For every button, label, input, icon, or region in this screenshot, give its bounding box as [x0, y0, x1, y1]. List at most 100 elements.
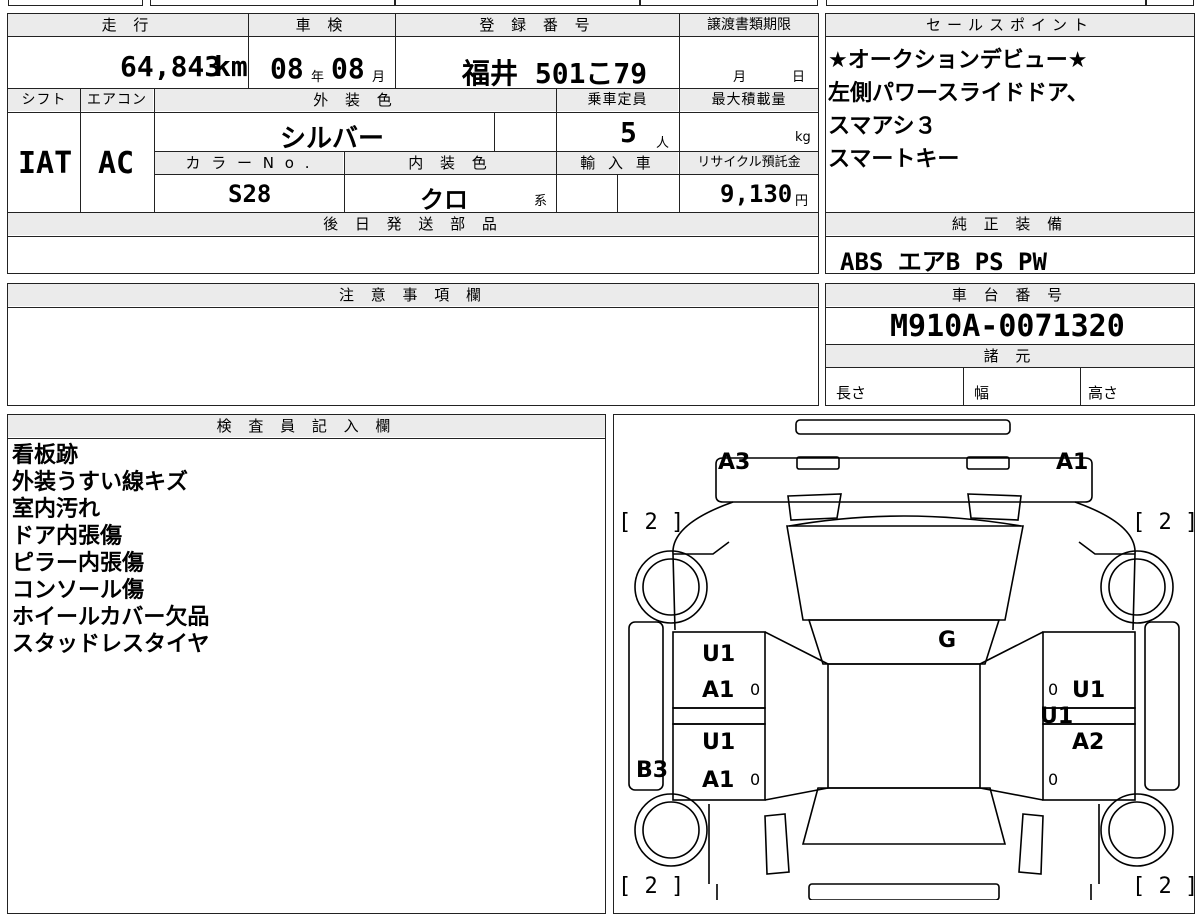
interior-color-value: クロ [420, 186, 468, 214]
damage-label-g: G [938, 628, 957, 653]
tread-zero: 0 [1048, 770, 1059, 789]
inspector-note-item: 室内汚れ [12, 497, 101, 522]
divider [8, 307, 818, 308]
registration-header: 登 録 番 号 [396, 14, 679, 36]
damage-label-b3: B3 [636, 758, 669, 783]
inspector-note-item: ピラー内張傷 [12, 551, 145, 576]
tread-zero: 0 [750, 680, 761, 699]
damage-label-a1-left-rear: A1 [702, 768, 735, 793]
ac-value: AC [98, 146, 135, 181]
tread-zero: 0 [750, 770, 761, 789]
tire-mark-rear-right: [ 2 ] [1132, 874, 1199, 899]
capacity-value: 5 [620, 116, 637, 149]
sales-point-item: スマートキー [828, 147, 960, 172]
damage-label-u1-right-mid: U1 [1040, 704, 1074, 729]
inspector-note-item: ホイールカバー欠品 [12, 605, 210, 630]
mileage-unit: km [214, 50, 248, 83]
top-strip-cell [395, 0, 640, 6]
import-header: 輸 入 車 [557, 152, 678, 174]
tire-mark-front-right: [ 2 ] [1132, 510, 1199, 535]
sales-points-list: ★オークションデビュー★ 左側パワースライドドア、 スマアシ３ スマートキー [828, 44, 1089, 176]
sales-point-item: ★オークションデビュー★ [828, 48, 1088, 73]
inspector-note-item: 看板跡 [12, 443, 79, 468]
damage-label-u1-left-front: U1 [702, 642, 736, 667]
divider [344, 152, 345, 212]
mileage-value: 64,843 [120, 50, 222, 83]
divider [494, 112, 495, 151]
chassis-header: 車 台 番 号 [826, 284, 1194, 306]
chassis-number: M910A-0071320 [890, 309, 1125, 344]
divider [679, 14, 680, 212]
recycle-header: リサイクル預託金 [680, 152, 818, 174]
damage-label-u1-left-rear: U1 [702, 730, 736, 755]
shift-value: IAT [18, 146, 73, 181]
divider [617, 174, 618, 212]
interior-suffix: 系 [534, 194, 548, 209]
inspector-note-item: 外装うすい線キズ [12, 470, 189, 495]
inspector-notes-header: 検 査 員 記 入 欄 [8, 415, 605, 437]
inspection-year: 08 [270, 52, 304, 85]
divider [395, 14, 396, 88]
car-diagram [628, 419, 1180, 900]
sales-points-header: セールスポイント [826, 14, 1194, 36]
divider [248, 14, 249, 88]
shift-header: シフト [8, 89, 80, 111]
ac-header: エアコン [81, 89, 153, 111]
recycle-unit: 円 [795, 194, 809, 209]
length-label: 長さ [836, 384, 867, 402]
divider [1080, 367, 1081, 405]
vehicle-info-grid [7, 13, 819, 213]
inspector-notes-list: 看板跡 外装うすい線キズ 室内汚れ ドア内張傷 ピラー内張傷 コンソール傷 ホイールカバー欠… [12, 442, 209, 658]
inspection-header: 車 検 [249, 14, 395, 36]
divider [826, 307, 1194, 308]
divider [8, 438, 605, 439]
load-unit: kg [795, 130, 811, 145]
divider [826, 236, 1194, 237]
color-no-header: カ ラ ー N o . [155, 152, 343, 174]
registration-number: 福井 501こ79 [462, 57, 648, 90]
top-strip-cell [150, 0, 395, 6]
damage-label-a2-right: A2 [1072, 730, 1105, 755]
tire-mark-rear-left: [ 2 ] [618, 874, 685, 899]
equipment-value: ABS エアB PS PW [840, 248, 1047, 276]
recycle-fee-value: 9,130 [720, 180, 793, 208]
capacity-unit: 人 [656, 136, 670, 151]
transfer-deadline-header: 譲渡書類期限 [680, 14, 818, 36]
divider [8, 236, 818, 237]
month-unit: 月 [372, 70, 386, 85]
divider [8, 36, 818, 37]
interior-color-header: 内 装 色 [345, 152, 556, 174]
tire-mark-front-left: [ 2 ] [618, 510, 685, 535]
later-parts-header: 後 日 発 送 部 品 [8, 213, 818, 235]
inspection-month: 08 [331, 52, 365, 85]
divider [80, 89, 81, 212]
top-strip-cell [8, 0, 143, 6]
capacity-header: 乗車定員 [557, 89, 678, 111]
divider [154, 174, 818, 175]
inspector-note-item: コンソール傷 [12, 578, 145, 603]
width-label: 幅 [974, 384, 990, 402]
exterior-color-value: シルバー [280, 124, 385, 154]
caution-header: 注 意 事 項 欄 [8, 284, 818, 306]
inspector-note-item: スタッドレスタイヤ [12, 632, 210, 657]
divider [963, 367, 964, 405]
year-unit: 年 [311, 70, 325, 85]
damage-label-a1-top: A1 [1056, 450, 1089, 475]
top-strip-cell [640, 0, 818, 6]
transfer-month-unit: 月 [733, 70, 747, 85]
damage-label-a1-left-front: A1 [702, 678, 735, 703]
transfer-day-unit: 日 [792, 70, 806, 85]
equipment-header: 純 正 装 備 [826, 213, 1194, 235]
divider [826, 36, 1194, 37]
sales-point-item: スマアシ３ [828, 114, 937, 139]
top-strip-cell [826, 0, 1146, 6]
exterior-color-header: 外 装 色 [155, 89, 556, 111]
height-label: 高さ [1088, 384, 1119, 402]
mileage-header: 走 行 [8, 14, 248, 36]
damage-label-a3: A3 [718, 450, 751, 475]
specs-header: 諸 元 [826, 345, 1194, 367]
damage-label-u1-right-front: U1 [1072, 678, 1106, 703]
sales-point-item: 左側パワースライドドア、 [828, 81, 1089, 106]
color-no-value: S28 [228, 180, 272, 208]
tread-zero: 0 [1048, 680, 1059, 699]
